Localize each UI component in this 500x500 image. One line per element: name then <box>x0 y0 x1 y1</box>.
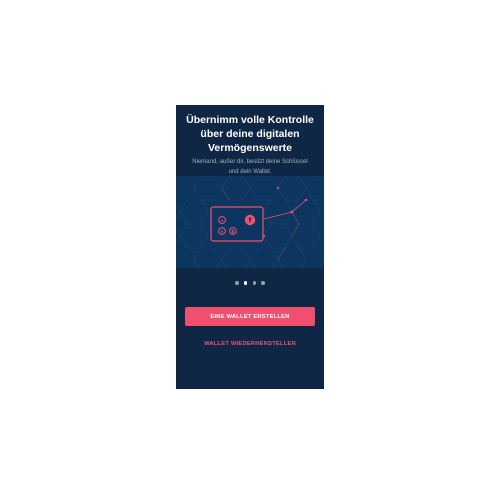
onboarding-subtitle: Niemand, außer dir, besitzt deine Schlüs… <box>192 159 308 175</box>
page-dot-active[interactable] <box>243 281 248 285</box>
create-wallet-button[interactable]: EINE WALLET ERSTELLEN <box>185 307 315 326</box>
svg-text:₿: ₿ <box>231 228 235 234</box>
restore-wallet-button[interactable]: WALLET WIEDERHERSTELLEN <box>176 337 324 351</box>
page-dot[interactable] <box>261 281 265 285</box>
page-indicator <box>176 281 324 287</box>
wallet-key-icon: ♦ ¤ ₿ <box>179 176 324 268</box>
page-dot[interactable] <box>235 281 239 285</box>
wallet-illustration: ♦ ¤ ₿ <box>176 176 324 268</box>
onboarding-screen: Übernimm volle Kontrolle über deine digi… <box>176 105 324 389</box>
onboarding-title: Übernimm volle Kontrolle über deine digi… <box>186 114 314 154</box>
page-dot[interactable] <box>252 281 257 285</box>
